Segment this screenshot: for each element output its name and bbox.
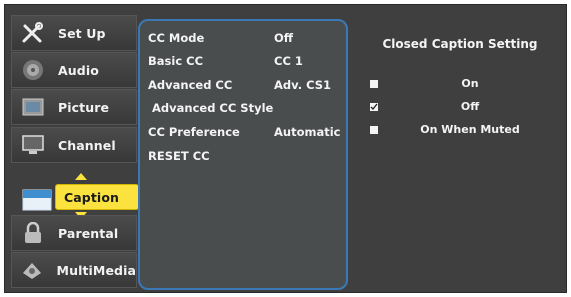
- sidebar-item-picture[interactable]: Picture: [11, 89, 137, 125]
- tv-icon: [20, 133, 46, 157]
- sidebar-item-audio[interactable]: Audio: [11, 52, 137, 88]
- sidebar-item-label: Audio: [58, 62, 99, 78]
- sidebar-item-parental[interactable]: Parental: [11, 215, 137, 251]
- menu-row-label: CC Preference: [148, 125, 240, 139]
- option-label: Off: [460, 100, 480, 113]
- sidebar-item-label: Picture: [58, 99, 110, 115]
- checkbox-on[interactable]: [370, 80, 378, 88]
- caption-menu-panel: CC Mode Off Basic CC CC 1 Advanced CC Ad…: [138, 19, 348, 290]
- option-off[interactable]: Off: [370, 100, 560, 116]
- menu-row-value: Adv. CS1: [274, 78, 332, 92]
- lock-icon: [20, 221, 46, 245]
- menu-row-advanced-cc-style[interactable]: Advanced CC Style: [152, 101, 348, 119]
- menu-row-label: RESET CC: [148, 149, 210, 163]
- option-on[interactable]: On: [370, 77, 560, 93]
- checkbox-off-checked[interactable]: [370, 103, 378, 111]
- tv-menu-screen: Set Up Audio Picture Channel Caption Par…: [4, 4, 567, 293]
- menu-row-basic-cc[interactable]: Basic CC CC 1: [148, 54, 344, 72]
- menu-row-advanced-cc[interactable]: Advanced CC Adv. CS1: [148, 78, 344, 96]
- menu-row-cc-mode[interactable]: CC Mode Off: [148, 31, 344, 49]
- menu-row-value: CC 1: [274, 54, 303, 68]
- menu-row-label: Basic CC: [148, 54, 204, 68]
- menu-row-label: Advanced CC Style: [152, 101, 274, 115]
- tools-icon: [20, 21, 46, 45]
- menu-row-reset-cc[interactable]: RESET CC: [148, 149, 344, 167]
- menu-row-value: Off: [274, 31, 294, 45]
- caption-icon: [21, 188, 55, 212]
- multimedia-icon: [20, 258, 45, 282]
- sidebar-item-caption[interactable]: Caption: [55, 184, 139, 210]
- menu-row-label: CC Mode: [148, 31, 205, 45]
- scroll-up-arrow-icon[interactable]: [75, 173, 87, 180]
- picture-icon: [20, 95, 46, 119]
- closed-caption-setting-panel: Closed Caption Setting On Off On When Mu…: [354, 19, 566, 290]
- menu-row-cc-preference[interactable]: CC Preference Automatic: [148, 125, 344, 143]
- speaker-icon: [20, 58, 46, 82]
- sidebar-item-channel[interactable]: Channel: [11, 127, 137, 163]
- sidebar-item-setup[interactable]: Set Up: [11, 15, 137, 51]
- sidebar-item-label: Set Up: [58, 25, 106, 41]
- panel-title: Closed Caption Setting: [382, 37, 538, 51]
- option-on-when-muted[interactable]: On When Muted: [370, 123, 560, 139]
- option-label: On When Muted: [420, 123, 520, 136]
- sidebar-item-label: MultiMedia: [56, 262, 136, 278]
- checkbox-on-when-muted[interactable]: [370, 126, 378, 134]
- sidebar-item-label: Channel: [58, 137, 116, 153]
- menu-row-value: Automatic: [274, 125, 341, 139]
- sidebar-item-label: Parental: [58, 225, 119, 241]
- sidebar-item-multimedia[interactable]: MultiMedia: [11, 252, 137, 288]
- sidebar: Set Up Audio Picture Channel Caption Par…: [11, 11, 147, 288]
- option-label: On: [461, 77, 479, 90]
- menu-row-label: Advanced CC: [148, 78, 233, 92]
- sidebar-item-label: Caption: [64, 189, 120, 205]
